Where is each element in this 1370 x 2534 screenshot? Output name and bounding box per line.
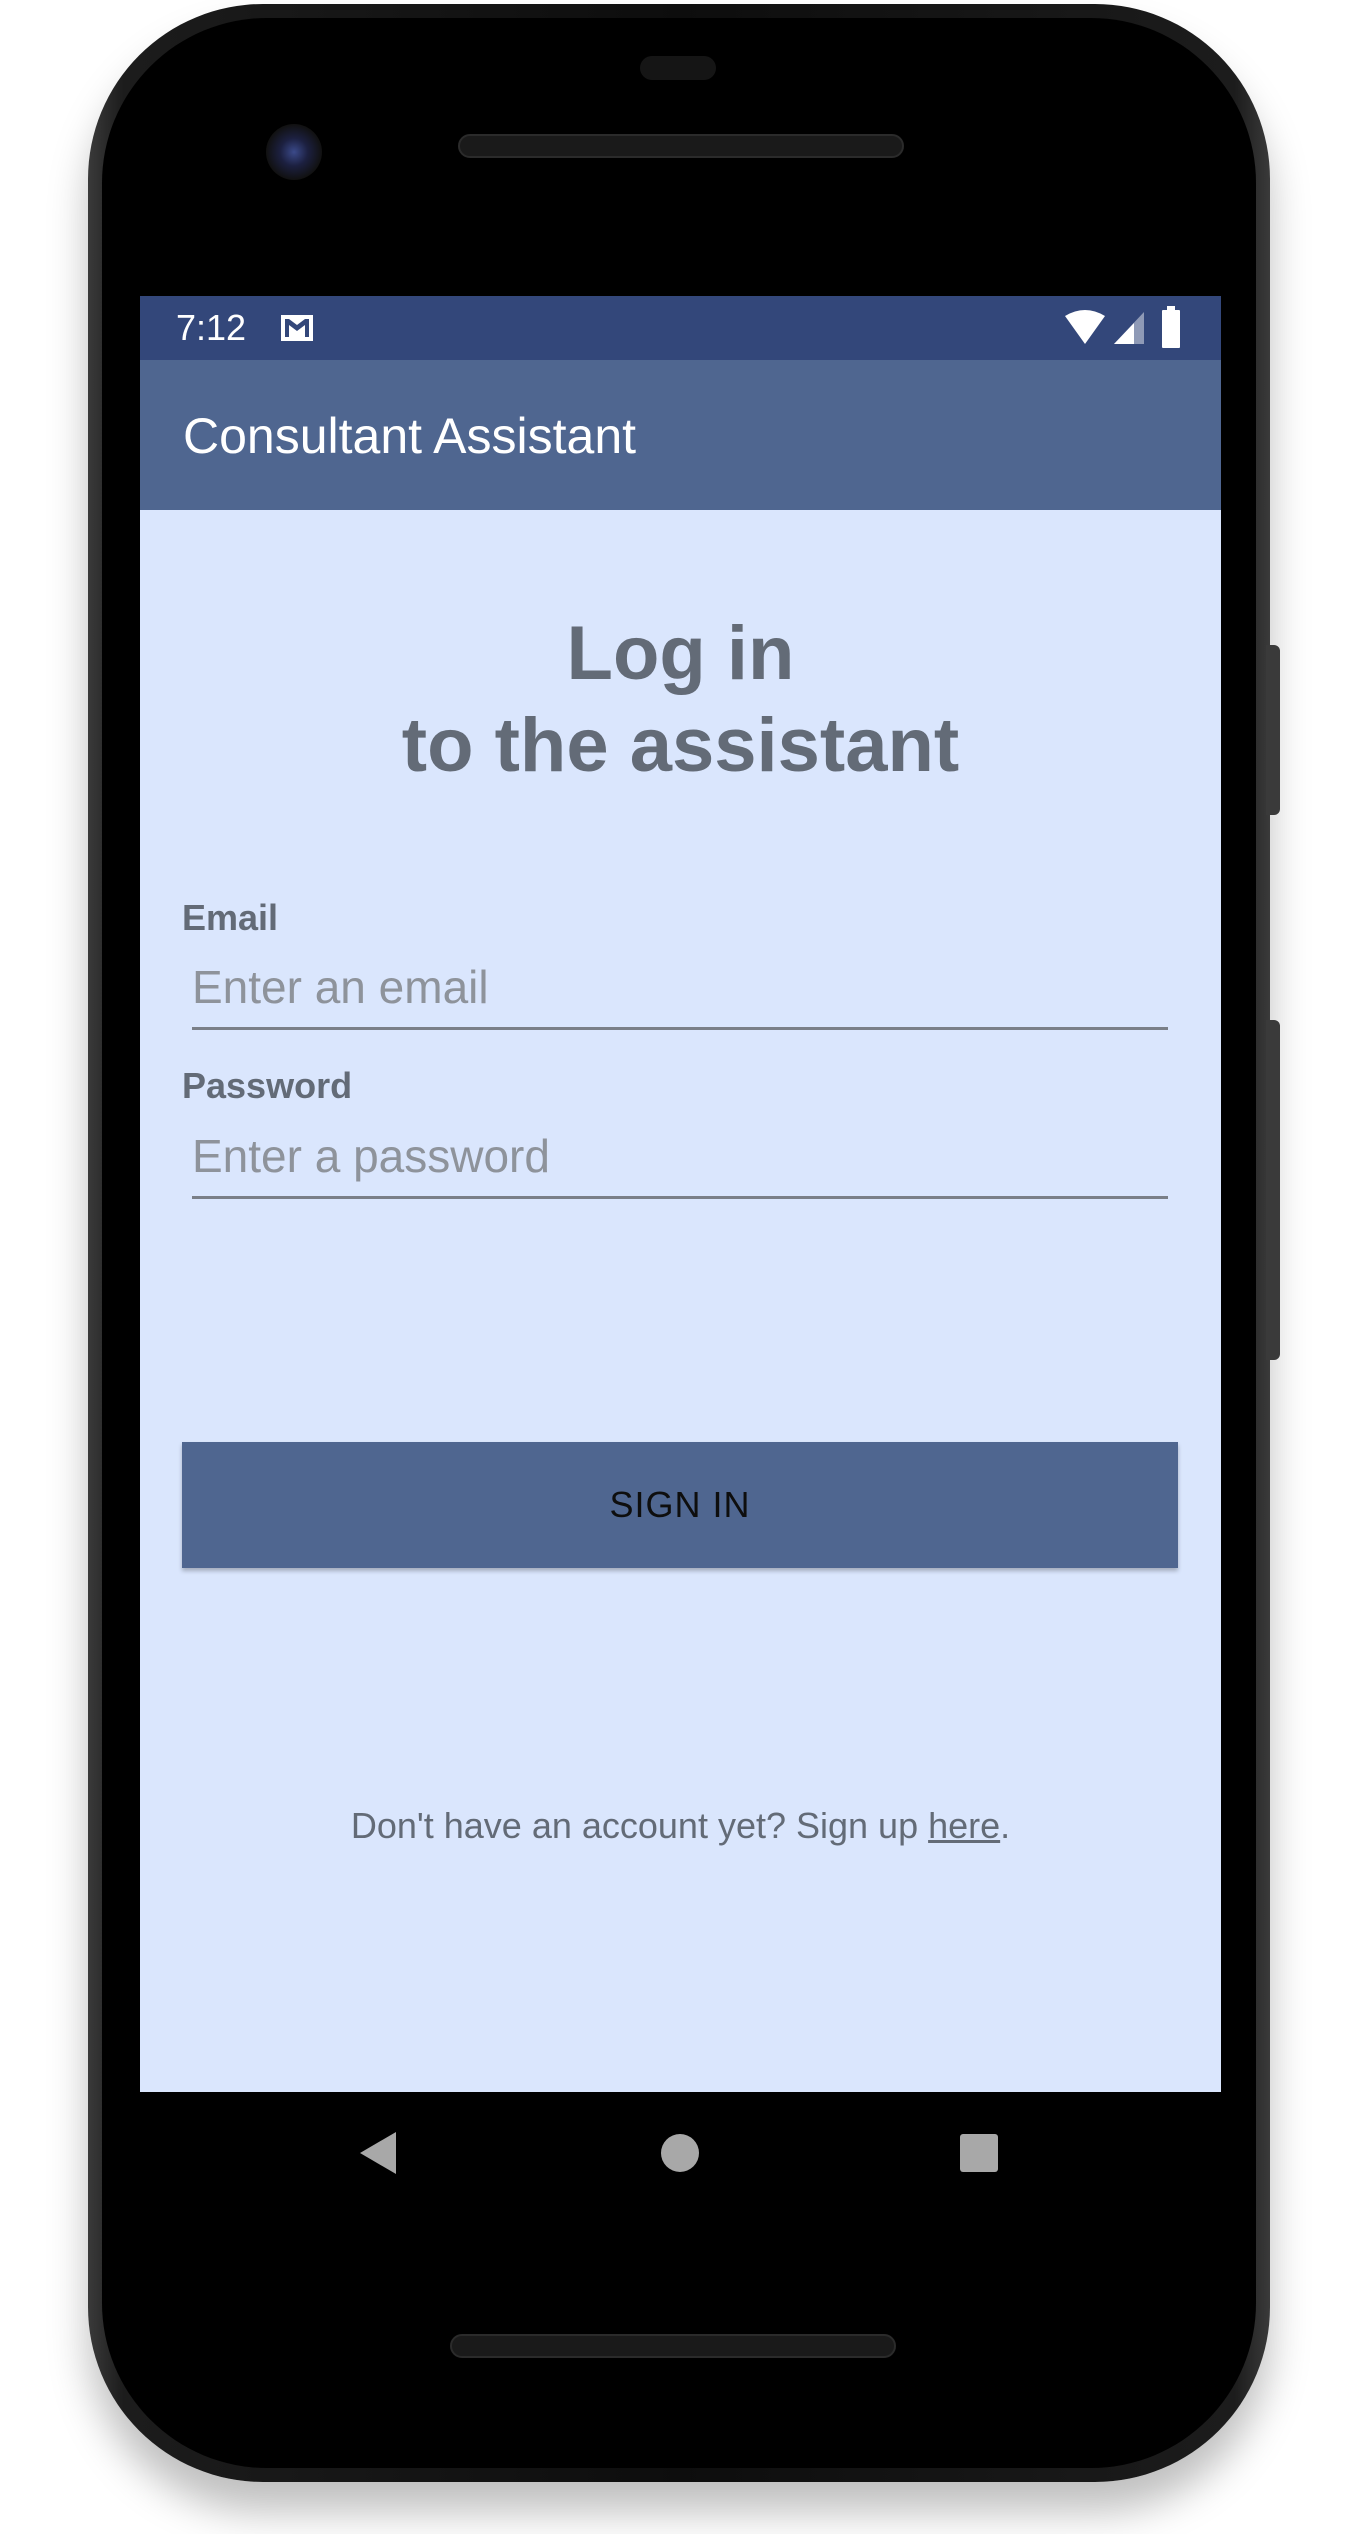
wifi-icon [1065, 310, 1105, 344]
screen: 7:12 Consultant Assistant Log in to the … [140, 296, 1221, 2092]
email-label: Email [182, 897, 279, 938]
cell-signal-icon [1114, 312, 1144, 344]
proximity-sensor [640, 56, 716, 80]
back-triangle-icon[interactable] [358, 2130, 398, 2176]
home-circle-icon[interactable] [661, 2134, 699, 2172]
sign-in-button[interactable]: SIGN IN [182, 1442, 1178, 1568]
power-button [1266, 645, 1280, 815]
gmail-icon [281, 315, 313, 341]
app-title: Consultant Assistant [183, 408, 637, 464]
app-bar: Consultant Assistant [140, 360, 1221, 510]
bottom-speaker [450, 2334, 896, 2358]
page-title-line-1: Log in [566, 611, 795, 696]
front-camera [266, 124, 322, 180]
page-title: Log in to the assistant [140, 608, 1221, 792]
password-label: Password [182, 1065, 353, 1106]
signup-prompt: Don't have an account yet? Sign up here. [140, 1804, 1221, 1848]
status-time: 7:12 [176, 307, 247, 348]
email-field[interactable] [192, 946, 1168, 1030]
recents-square-icon[interactable] [960, 2134, 998, 2172]
signup-prompt-text: Don't have an account yet? Sign up [350, 1805, 929, 1846]
page-title-line-2: to the assistant [401, 703, 960, 788]
status-bar: 7:12 [140, 296, 1221, 360]
signup-prompt-period: . [1000, 1805, 1011, 1846]
signup-link[interactable]: here [928, 1805, 1000, 1846]
volume-button [1266, 1020, 1280, 1360]
battery-icon [1162, 306, 1180, 348]
password-field[interactable] [192, 1115, 1168, 1199]
earpiece-speaker [458, 134, 904, 158]
